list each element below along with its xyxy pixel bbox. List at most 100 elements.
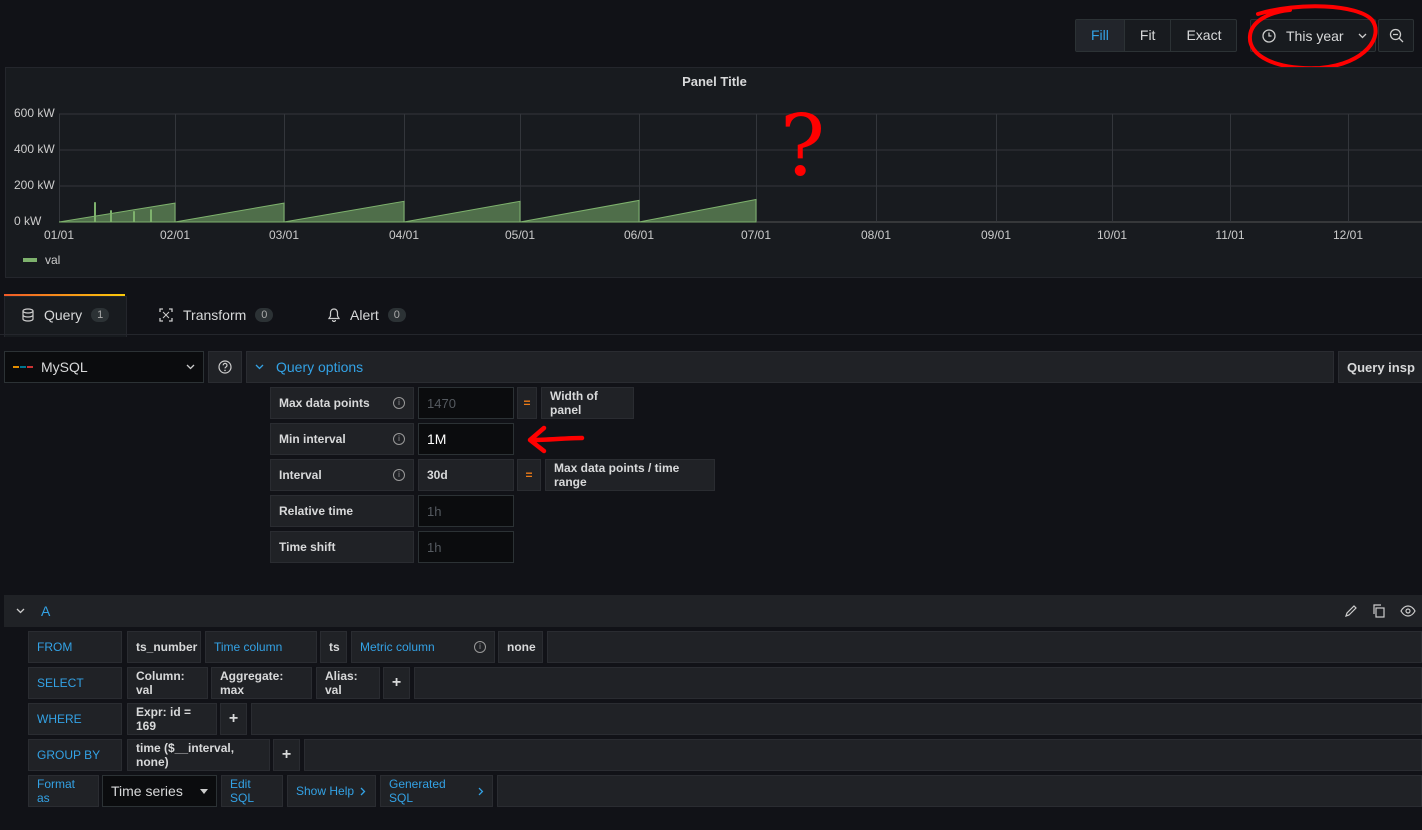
zoom-out-icon (1389, 28, 1403, 43)
x-tick-label: 02/01 (159, 228, 191, 242)
max-data-points-label: Max data points i (270, 387, 414, 419)
info-icon: i (393, 433, 405, 445)
x-tick-label: 12/01 (1332, 228, 1364, 242)
query-options-title: Query options (276, 359, 364, 375)
where-keyword: WHERE (28, 703, 122, 735)
info-icon: i (474, 641, 486, 653)
x-tick-label: 10/01 (1096, 228, 1128, 242)
select-column[interactable]: Column: val (127, 667, 208, 699)
tab-query[interactable]: Query 1 (22, 296, 110, 334)
generated-sql-label: Generated SQL (389, 777, 446, 805)
chart-plot (59, 113, 1422, 223)
select-alias[interactable]: Alias: val (316, 667, 380, 699)
fill-button[interactable]: Fill (1076, 20, 1125, 51)
add-select-button[interactable]: + (383, 667, 410, 699)
series-area-segment (638, 198, 757, 223)
group-by-row-filler (304, 739, 1422, 771)
chevron-down-icon (186, 364, 195, 370)
query-row-header[interactable]: A (4, 595, 1422, 627)
x-tick-label: 03/01 (268, 228, 300, 242)
tab-transform[interactable]: Transform 0 (159, 296, 274, 334)
equals-sign: = (517, 387, 537, 419)
interval-note: Max data points / time range (545, 459, 715, 491)
select-keyword: SELECT (28, 667, 122, 699)
edit-sql-button[interactable]: Edit SQL (221, 775, 283, 807)
query-options-header[interactable]: Query options (246, 351, 1334, 383)
info-icon: i (393, 469, 405, 481)
chevron-down-icon (16, 608, 25, 614)
generated-sql-button[interactable]: Generated SQL (380, 775, 493, 807)
time-shift-input[interactable]: 1h (418, 531, 514, 563)
add-where-button[interactable]: + (220, 703, 247, 735)
from-keyword: FROM (28, 631, 122, 663)
time-column-label: Time column (205, 631, 317, 663)
metric-column-label: Metric column i (351, 631, 495, 663)
format-select-value: Time series (111, 783, 183, 799)
datasource-help-button[interactable] (208, 351, 242, 383)
time-column-value[interactable]: ts (320, 631, 347, 663)
max-data-points-input[interactable]: 1470 (418, 387, 514, 419)
group-by-expr[interactable]: time ($__interval, none) (127, 739, 270, 771)
tabs-divider (0, 334, 1422, 335)
y-tick-label: 400 kW (14, 142, 55, 156)
format-row-filler (497, 775, 1422, 807)
bell-icon (328, 308, 340, 322)
select-aggregate[interactable]: Aggregate: max (211, 667, 312, 699)
series-area-segment (59, 202, 176, 223)
from-row-filler (547, 631, 1422, 663)
show-help-label: Show Help (296, 784, 355, 798)
chevron-right-icon (478, 787, 484, 795)
tab-alert[interactable]: Alert 0 (328, 296, 406, 334)
series-area-segment (283, 200, 405, 223)
time-shift-label: Time shift (270, 531, 414, 563)
add-group-by-button[interactable]: + (273, 739, 300, 771)
min-interval-text: Min interval (279, 432, 346, 446)
x-tick-label: 01/01 (43, 228, 75, 242)
tab-query-count: 1 (91, 308, 110, 322)
interval-label: Interval i (270, 459, 414, 491)
group-by-keyword: GROUP BY (28, 739, 122, 771)
copy-icon[interactable] (1372, 604, 1386, 618)
caret-down-icon (200, 788, 208, 794)
fit-button[interactable]: Fit (1125, 20, 1172, 51)
question-mark-annotation: ? (780, 97, 826, 195)
pencil-icon[interactable] (1344, 604, 1358, 618)
datasource-name: MySQL (41, 359, 88, 375)
series-area-segment (403, 200, 521, 223)
exact-button[interactable]: Exact (1171, 20, 1236, 51)
tab-alert-label: Alert (350, 307, 379, 323)
where-row-filler (251, 703, 1422, 735)
legend[interactable]: val (23, 253, 60, 267)
metric-column-value[interactable]: none (498, 631, 543, 663)
info-icon: i (393, 397, 405, 409)
chevron-down-icon (255, 364, 264, 370)
query-ref-id[interactable]: A (41, 603, 50, 619)
format-as-keyword: Format as (28, 775, 99, 807)
tab-transform-count: 0 (255, 308, 274, 322)
x-tick-label: 11/01 (1215, 228, 1245, 242)
format-select[interactable]: Time series (102, 775, 217, 807)
tab-alert-count: 0 (387, 308, 406, 322)
x-tick-label: 05/01 (504, 228, 536, 242)
min-interval-input[interactable]: 1M (418, 423, 514, 455)
transform-icon (159, 308, 173, 322)
relative-time-input[interactable]: 1h (418, 495, 514, 527)
min-interval-label: Min interval i (270, 423, 414, 455)
eye-icon[interactable] (1400, 605, 1416, 617)
select-row-filler (414, 667, 1422, 699)
red-arrow-annotation (527, 425, 585, 454)
y-tick-label: 200 kW (14, 178, 55, 192)
datasource-picker[interactable]: MySQL (4, 351, 204, 383)
width-of-panel-note: Width of panel (541, 387, 634, 419)
panel-title[interactable]: Panel Title (6, 74, 1422, 89)
from-table[interactable]: ts_number (127, 631, 201, 663)
equals-sign: = (517, 459, 541, 491)
graph-panel: Panel Title 600 kW 400 kW 200 kW 0 kW 01/01… (5, 67, 1422, 278)
metric-column-text: Metric column (360, 640, 435, 654)
where-expr[interactable]: Expr: id = 169 (127, 703, 217, 735)
mysql-logo-icon (13, 366, 33, 368)
tab-query-label: Query (44, 307, 83, 323)
y-tick-label: 0 kW (14, 214, 42, 228)
query-inspector-button[interactable]: Query insp (1338, 351, 1422, 383)
show-help-button[interactable]: Show Help (287, 775, 376, 807)
